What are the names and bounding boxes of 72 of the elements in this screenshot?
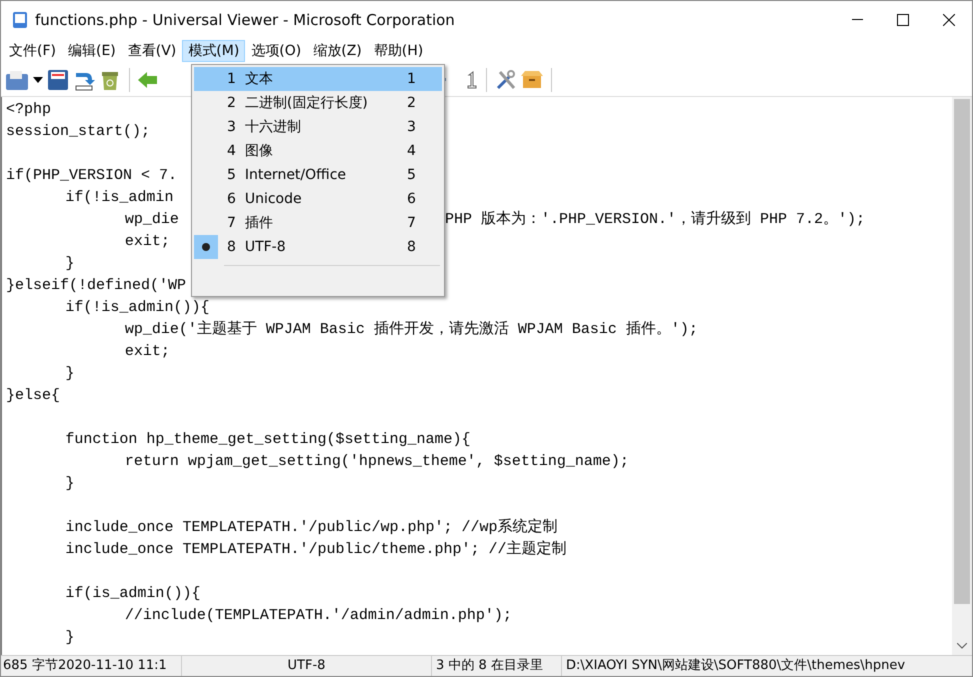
menu-item[interactable]: 文件(F)	[3, 40, 62, 62]
menu-item[interactable]: 查看(V)	[122, 40, 182, 62]
menu-item[interactable]: 缩放(Z)	[307, 40, 368, 62]
status-encoding: UTF-8	[181, 656, 431, 676]
tools-icon[interactable]	[495, 68, 517, 90]
maximize-icon	[897, 14, 909, 26]
code-line: }elseif(!defined('WP	[6, 277, 186, 294]
menu-item-label: 3 十六进制	[227, 118, 302, 136]
menu-item-label: 1 文本	[227, 70, 274, 88]
code-line: if(is_admin()){	[64, 585, 200, 602]
one-icon[interactable]	[466, 70, 478, 88]
scroll-down-icon[interactable]	[957, 643, 967, 649]
mode-menu-item[interactable]: 8 UTF-8 8	[194, 235, 442, 259]
window-title: functions.php - Universal Viewer - Microsoft Corporation	[35, 10, 456, 31]
radio-bullet-icon	[202, 243, 210, 251]
code-line: include_once TEMPLATEPATH.'/public/wp.php'; //wp系统定制	[64, 519, 558, 536]
menu-item-shortcut: 8	[407, 238, 416, 256]
open-folder-icon[interactable]	[5, 68, 29, 90]
menu-item-shortcut: 3	[407, 118, 416, 136]
minimize-icon	[852, 19, 862, 21]
menu-item[interactable]: 模式(M)	[182, 40, 246, 62]
code-line: }else{	[6, 387, 60, 404]
save-icon[interactable]	[47, 68, 69, 90]
mode-menu-item[interactable]: 4 图像 4	[194, 139, 442, 163]
menu-item-label: 5 Internet/Office	[227, 166, 347, 184]
menu-item-label: 6 Unicode	[227, 190, 303, 208]
menu-item-shortcut: 4	[407, 142, 416, 160]
mode-menu-item[interactable]: 5 Internet/Office 5	[194, 163, 442, 187]
close-icon	[943, 14, 955, 26]
code-line: exit;	[124, 233, 170, 250]
code-line: exit;	[124, 343, 170, 360]
mode-menu-item[interactable]: 6 Unicode 6	[194, 187, 442, 211]
status-size-date: 685 字节2020-11-10 11:1	[2, 657, 168, 675]
menu-item-shortcut: 7	[407, 214, 416, 232]
menu-item-shortcut: 5	[407, 166, 416, 184]
code-line: if(!is_admin()){	[64, 299, 210, 316]
code-line: if(!is_admin	[64, 189, 174, 206]
menu-item-label: 4 图像	[227, 142, 274, 160]
menu-item[interactable]: 选项(O)	[245, 40, 308, 62]
code-line: }	[64, 255, 74, 272]
mode-menu-item[interactable]: 2 二进制(固定行长度) 2	[194, 91, 442, 115]
code-line: include_once TEMPLATEPATH.'/public/theme.php'; //主题定制	[64, 541, 566, 558]
code-line: function hp_theme_get_setting($setting_name){	[64, 431, 470, 448]
mode-menu-item[interactable]: 1 文本 1	[194, 67, 442, 91]
menu-item-shortcut: 1	[407, 70, 416, 88]
back-arrow-icon[interactable]	[138, 70, 158, 88]
code-line: PHP 版本为：'.PHP_VERSION.'，请升级到 PHP 7.2。');	[445, 210, 866, 230]
status-path: D:\XIAOYI SYN\网站建设\SOFT880\文件\themes\hpnev	[561, 656, 972, 676]
code-line: if(PHP_VERSION < 7.	[6, 167, 178, 184]
document-icon	[11, 11, 29, 29]
status-position: 3 中的 8 在目录里	[431, 656, 561, 676]
code-line: }	[64, 629, 74, 646]
menu-item-shortcut: 2	[407, 94, 416, 112]
code-line: }	[64, 365, 74, 382]
code-line: return wpjam_get_setting('hpnews_theme', $setting_name);	[124, 453, 629, 470]
menu-item-shortcut: 6	[407, 190, 416, 208]
caret-icon[interactable]	[33, 76, 43, 82]
mode-menu-item[interactable]: 3 十六进制 3	[194, 115, 442, 139]
menu-item-label: 7 插件	[227, 214, 274, 232]
menu-item-label: 8 UTF-8	[227, 238, 287, 256]
scrollbar[interactable]	[952, 97, 972, 655]
code-line: session_start();	[6, 123, 150, 140]
menu-item[interactable]: 帮助(H)	[368, 40, 430, 62]
code-line: }	[64, 475, 74, 492]
menu-item[interactable]: 编辑(E)	[62, 40, 122, 62]
menu-item-label: 2 二进制(固定行长度)	[227, 94, 369, 112]
code-line: <?php	[6, 101, 52, 118]
code-line: wp_die	[124, 211, 179, 228]
code-line: wp_die('主题基于 WPJAM Basic 插件开发，请先激活 WPJAM Basic 插件。');	[124, 321, 698, 338]
mode-menu-item[interactable]: 7 插件 7	[194, 211, 442, 235]
code-line: //include(TEMPLATEPATH.'/admin/admin.php');	[124, 607, 512, 624]
package-icon[interactable]	[521, 70, 543, 90]
